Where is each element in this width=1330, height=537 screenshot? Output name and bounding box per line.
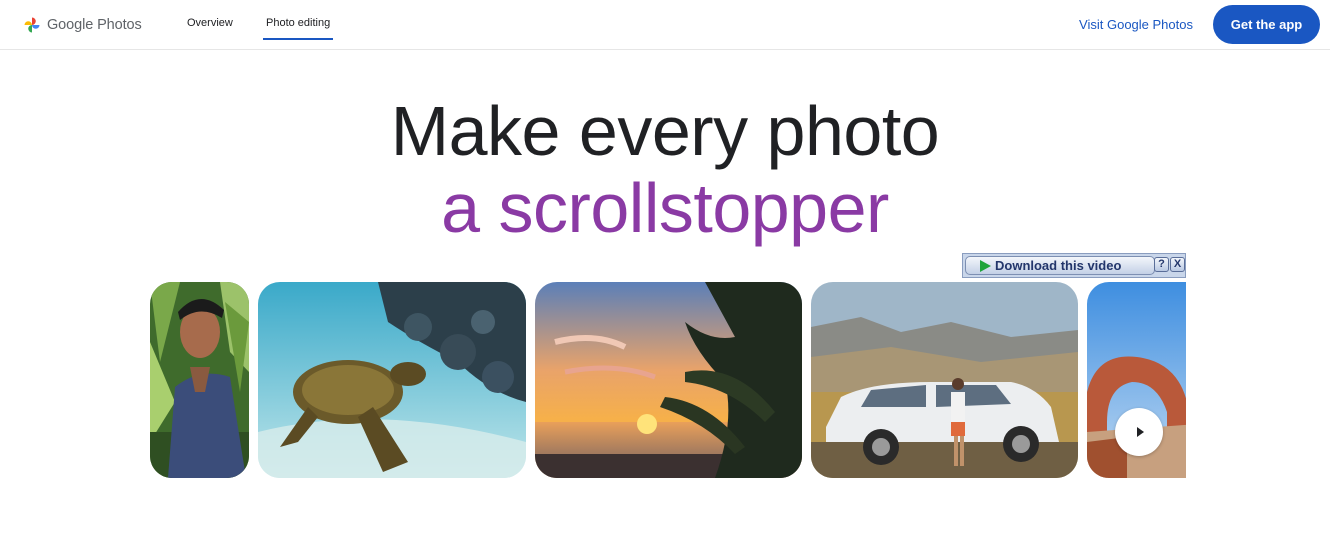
download-video-label: Download this video [995, 258, 1122, 273]
visit-google-photos-link[interactable]: Visit Google Photos [1079, 17, 1193, 32]
photo-sea-turtle[interactable] [258, 282, 526, 478]
photo-rock-arch[interactable] [1087, 282, 1186, 478]
download-video-button[interactable]: Download this video [965, 256, 1155, 275]
google-photos-logo[interactable]: Google Photos [23, 14, 142, 36]
nav-photo-editing[interactable]: Photo editing [262, 17, 334, 40]
google-photos-pinwheel-icon [24, 17, 40, 33]
play-icon [1136, 427, 1144, 437]
get-the-app-button[interactable]: Get the app [1213, 5, 1320, 44]
download-close-button[interactable]: X [1170, 257, 1185, 272]
download-play-icon [980, 259, 991, 272]
hero-headline-line2: a scrollstopper [441, 169, 889, 247]
logo-text: Google Photos [47, 17, 142, 33]
top-header: Google Photos Overview Photo editing Vis… [0, 0, 1330, 50]
nav-overview[interactable]: Overview [187, 17, 233, 29]
download-video-bar: Download this video ? X [962, 253, 1186, 278]
photo-carousel [150, 282, 1186, 478]
photo-man-jungle[interactable] [150, 282, 249, 478]
play-video-button[interactable] [1115, 408, 1163, 456]
hero-headline-line1: Make every photo [390, 92, 940, 170]
photo-beach-sunset[interactable] [535, 282, 802, 478]
photo-car-roadtrip[interactable] [811, 282, 1078, 478]
download-help-button[interactable]: ? [1154, 257, 1169, 272]
